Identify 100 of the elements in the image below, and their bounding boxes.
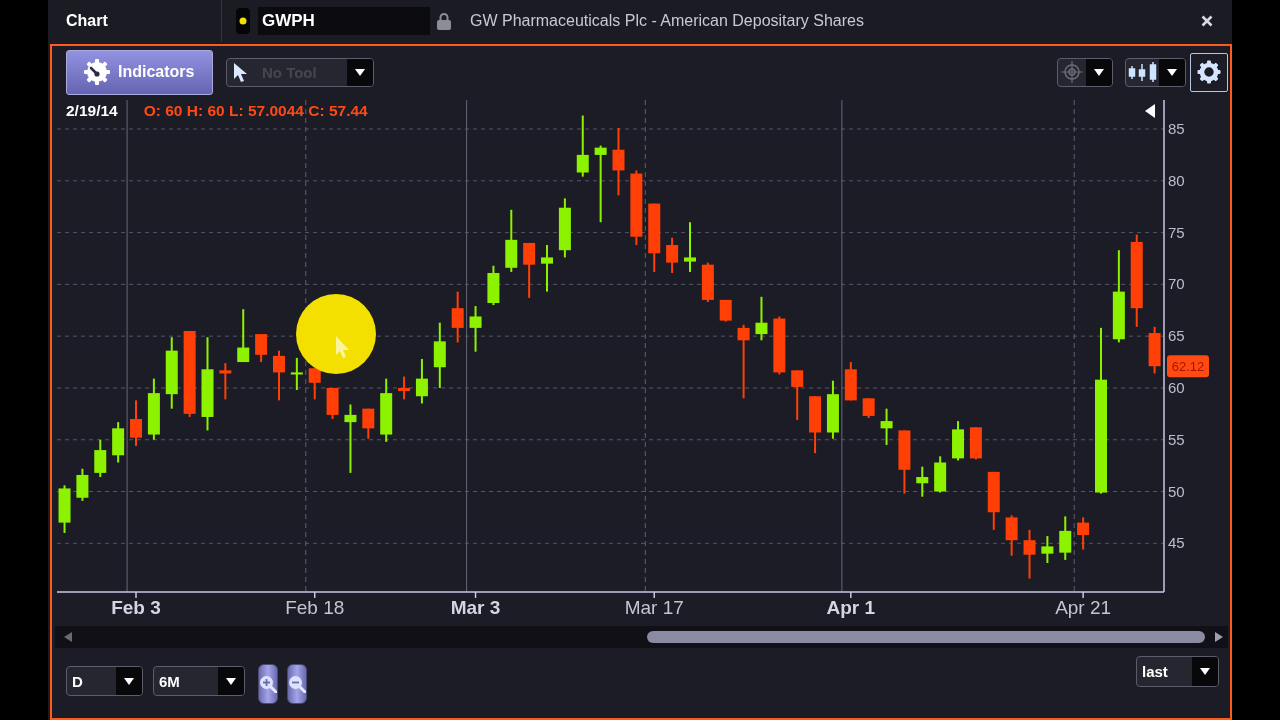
panel-title: Chart — [66, 12, 108, 30]
close-icon[interactable] — [1201, 15, 1213, 27]
indicators-button[interactable]: Indicators — [66, 49, 213, 95]
scroll-left-icon[interactable] — [64, 632, 72, 642]
settings-button[interactable] — [1190, 52, 1228, 92]
candlestick — [648, 202, 661, 273]
settings-icon — [1197, 60, 1221, 84]
candlestick — [147, 377, 160, 441]
x-axis-label: Feb 3 — [111, 597, 161, 618]
y-axis-label: 45 — [1168, 534, 1185, 552]
candlestick — [541, 244, 554, 293]
left-triangle-icon[interactable] — [1145, 104, 1155, 118]
caret-icon — [226, 677, 236, 685]
candlestick — [94, 438, 107, 479]
candlestick — [791, 369, 804, 422]
candlestick — [344, 403, 357, 474]
candlestick — [219, 362, 232, 401]
candlestick — [969, 426, 982, 461]
candlestick — [487, 264, 500, 307]
zoom-out-button[interactable] — [287, 664, 307, 704]
y-axis-label: 65 — [1168, 327, 1185, 345]
last-price-tag: 62.12 — [1167, 355, 1209, 378]
x-axis-label: Apr 1 — [826, 597, 876, 618]
price-field-dropdown[interactable]: last — [1136, 656, 1219, 687]
scrollbar-track[interactable] — [55, 626, 1228, 648]
caret-icon — [355, 68, 365, 76]
candlestick — [380, 377, 393, 443]
x-axis-label: Feb 18 — [285, 597, 345, 618]
candlestick — [576, 114, 589, 178]
candlestick — [1148, 325, 1161, 375]
candlestick — [130, 399, 142, 447]
candlestick — [880, 407, 893, 446]
candlestick — [255, 333, 268, 364]
candlestick — [1059, 515, 1072, 561]
crosshair-icon — [1061, 61, 1083, 83]
y-axis-label: 70 — [1168, 275, 1185, 293]
candlestick — [987, 470, 1000, 531]
candlestick — [237, 308, 250, 364]
candlestick — [112, 421, 125, 464]
instrument-description: GW Pharmaceuticals Plc - American Depositary Shares — [470, 12, 864, 30]
candlestick — [505, 208, 518, 273]
zoom-out-icon — [288, 675, 306, 693]
candlestick — [76, 467, 89, 502]
y-axis-label: 55 — [1168, 430, 1185, 448]
zoom-in-button[interactable] — [258, 664, 278, 704]
candlestick — [809, 395, 822, 455]
interval-dropdown[interactable]: D — [66, 666, 143, 696]
candlestick — [934, 455, 947, 494]
candlestick — [433, 321, 446, 389]
candlestick — [666, 236, 679, 274]
chart-type-dropdown[interactable] — [1125, 57, 1186, 87]
candlestick — [719, 298, 732, 323]
candlestick — [398, 375, 411, 401]
scrollbar-thumb[interactable] — [647, 631, 1205, 643]
readout-date: 2/19/14 — [66, 102, 118, 120]
candlestick — [898, 429, 911, 495]
candlestick — [558, 197, 571, 259]
x-axis-label: Apr 21 — [1055, 597, 1112, 618]
symbol-field[interactable]: GWPH — [258, 7, 430, 35]
caret-icon — [1167, 68, 1177, 76]
candlestick-icon — [1127, 62, 1158, 82]
candlestick — [1077, 516, 1090, 551]
candlestick — [1005, 514, 1018, 557]
candlestick — [612, 126, 625, 197]
ohlc-readout: O: 60 H: 60 L: 57.0044 C: 57.44 — [143, 102, 368, 120]
candlestick — [1041, 535, 1054, 564]
candlestick — [290, 356, 303, 391]
candlestick — [952, 420, 965, 462]
candlestick — [844, 361, 857, 402]
y-axis-label: 50 — [1168, 482, 1185, 500]
candlestick — [273, 349, 285, 402]
speedometer-icon — [84, 59, 110, 85]
candlestick — [451, 290, 464, 344]
y-axis-label: 85 — [1168, 120, 1185, 137]
candlestick — [469, 305, 482, 353]
candlestick — [326, 386, 339, 420]
zoom-in-icon — [259, 675, 277, 693]
pointer-icon — [233, 61, 248, 83]
crosshair-dropdown[interactable] — [1057, 57, 1113, 87]
lock-icon[interactable] — [437, 12, 451, 30]
y-axis-label: 80 — [1168, 171, 1185, 189]
caret-icon — [1200, 668, 1210, 675]
candlestick — [755, 295, 768, 342]
link-indicator-icon[interactable] — [236, 8, 250, 34]
scroll-right-icon[interactable] — [1215, 632, 1223, 642]
candlestick — [773, 315, 786, 376]
x-axis-label: Mar 17 — [624, 597, 684, 618]
candlestick — [826, 379, 839, 440]
candlestick — [862, 397, 875, 419]
candlestick — [684, 221, 696, 273]
x-axis-label: Mar 3 — [450, 597, 501, 618]
range-dropdown[interactable]: 6M — [153, 666, 245, 696]
candlestick — [916, 465, 929, 498]
candlestick — [415, 357, 428, 405]
y-axis-label: 75 — [1168, 223, 1185, 241]
cursor-highlight-icon — [295, 293, 377, 375]
candlestick — [1023, 528, 1036, 580]
candlestick — [308, 367, 321, 401]
candlestick — [523, 241, 536, 299]
candlestick — [58, 484, 71, 534]
